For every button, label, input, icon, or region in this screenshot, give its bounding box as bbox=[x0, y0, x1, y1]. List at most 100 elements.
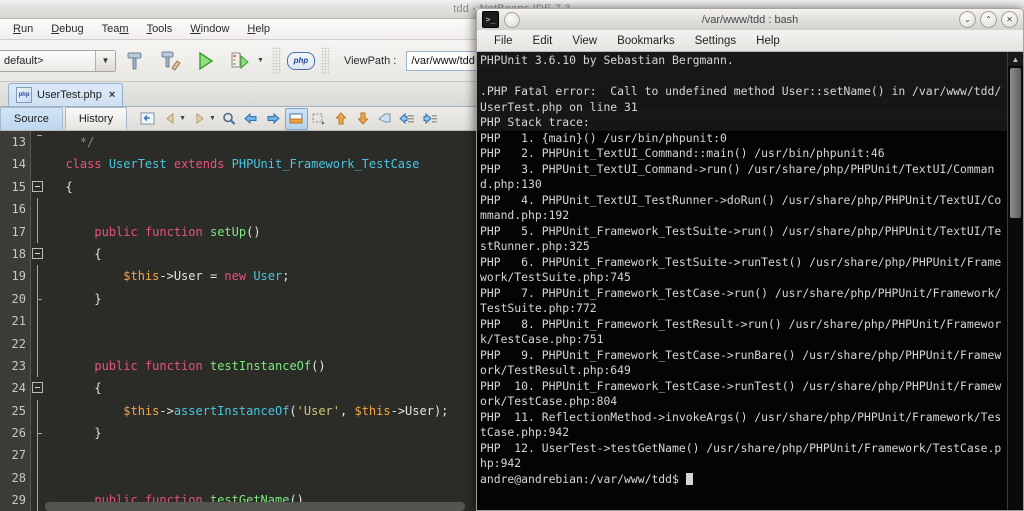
terminal-menu-settings[interactable]: Settings bbox=[685, 33, 747, 49]
terminal-menu-view[interactable]: View bbox=[562, 33, 607, 49]
line-number: 18 bbox=[11, 246, 26, 261]
document-tab-usertest-php[interactable]: php UserTest.php × bbox=[8, 83, 124, 106]
php-icon[interactable]: php bbox=[286, 51, 315, 70]
editor-line-number-gutter: 1314151617181920212223242526272829303132… bbox=[0, 131, 31, 511]
code-token: () bbox=[311, 358, 326, 373]
line-number: 29 bbox=[11, 493, 26, 508]
build-project-button[interactable] bbox=[119, 45, 151, 77]
fold-marker[interactable] bbox=[31, 354, 45, 378]
fold-marker[interactable] bbox=[31, 466, 45, 490]
terminal-menu-help[interactable]: Help bbox=[746, 33, 790, 49]
debug-project-button[interactable] bbox=[224, 45, 256, 77]
back-icon[interactable] bbox=[159, 109, 180, 129]
last-edit-icon[interactable] bbox=[137, 109, 158, 129]
fold-marker[interactable] bbox=[31, 265, 45, 288]
back-dropdown-arrow-icon[interactable]: ▼ bbox=[179, 115, 186, 122]
code-token: function bbox=[144, 224, 210, 239]
menu-team[interactable]: Team bbox=[93, 21, 138, 37]
code-token: testInstanceOf bbox=[209, 358, 312, 373]
close-icon[interactable]: ✕ bbox=[1001, 11, 1018, 28]
chevron-down-icon[interactable]: ▼ bbox=[95, 50, 115, 71]
line-number: 28 bbox=[11, 470, 26, 485]
line-number: 15 bbox=[11, 179, 26, 194]
clean-build-project-button[interactable] bbox=[154, 45, 186, 77]
line-number: 27 bbox=[11, 448, 26, 463]
shift-right-icon[interactable] bbox=[419, 109, 440, 129]
code-token: { bbox=[51, 246, 102, 261]
fold-marker[interactable] bbox=[31, 287, 45, 311]
fold-marker[interactable] bbox=[31, 332, 45, 355]
fold-marker[interactable] bbox=[31, 422, 45, 445]
next-error-icon[interactable] bbox=[353, 109, 374, 129]
terminal-scrollbar-thumb[interactable] bbox=[1010, 68, 1021, 218]
terminal-menu-file[interactable]: File bbox=[484, 33, 523, 49]
terminal-icon: >_ bbox=[482, 11, 499, 28]
rectangular-selection-icon[interactable] bbox=[309, 109, 330, 129]
line-number: 13 bbox=[11, 135, 26, 149]
code-token: 'User' bbox=[296, 403, 341, 418]
toggle-highlight-icon[interactable] bbox=[375, 109, 396, 129]
code-token: ; bbox=[282, 269, 290, 284]
find-selection-icon[interactable] bbox=[219, 109, 240, 129]
tab-history[interactable]: History bbox=[64, 107, 128, 130]
toggle-bookmark-icon[interactable] bbox=[284, 107, 308, 130]
code-token: $this bbox=[123, 403, 160, 418]
code-token: setUp bbox=[209, 224, 247, 239]
fold-marker[interactable] bbox=[31, 310, 45, 333]
terminal-cursor bbox=[685, 472, 693, 485]
run-project-button[interactable] bbox=[189, 45, 221, 77]
code-token: $this bbox=[354, 403, 391, 418]
fold-marker[interactable] bbox=[31, 198, 45, 221]
menu-help[interactable]: Help bbox=[238, 21, 279, 37]
menu-run[interactable]: Run bbox=[4, 21, 42, 37]
code-token: () bbox=[246, 224, 261, 239]
run-play-icon bbox=[199, 51, 214, 70]
editor-horizontal-scrollbar[interactable] bbox=[45, 502, 465, 511]
fold-marker[interactable] bbox=[31, 243, 45, 265]
fold-marker[interactable] bbox=[31, 220, 45, 243]
code-token: User bbox=[173, 269, 210, 284]
prev-error-icon[interactable] bbox=[331, 109, 352, 129]
menu-tools[interactable]: Tools bbox=[138, 21, 182, 37]
forward-icon[interactable] bbox=[189, 109, 210, 129]
code-token: class bbox=[65, 157, 109, 172]
menu-debug[interactable]: Debug bbox=[42, 21, 92, 37]
fold-marker[interactable] bbox=[31, 489, 45, 511]
shift-left-icon[interactable] bbox=[397, 109, 418, 129]
terminal-menu-bookmarks[interactable]: Bookmarks bbox=[607, 33, 685, 49]
code-token: $this bbox=[123, 269, 160, 284]
project-config-combo[interactable]: default> ▼ bbox=[0, 49, 116, 72]
code-token: public bbox=[94, 224, 145, 239]
code-token: */ bbox=[79, 135, 95, 149]
prev-bookmark-icon[interactable] bbox=[241, 109, 262, 129]
fold-marker[interactable] bbox=[31, 444, 45, 467]
minimize-icon[interactable]: ⌄ bbox=[959, 11, 976, 28]
code-token: { bbox=[51, 381, 102, 396]
next-bookmark-icon[interactable] bbox=[263, 109, 284, 129]
code-token: } bbox=[51, 291, 102, 306]
close-icon[interactable]: × bbox=[109, 89, 115, 101]
fold-marker[interactable] bbox=[31, 377, 45, 399]
fold-marker[interactable] bbox=[31, 399, 45, 423]
code-token: assertInstanceOf bbox=[173, 403, 290, 418]
scroll-up-icon[interactable]: ▲ bbox=[1008, 52, 1023, 66]
forward-dropdown-arrow-icon[interactable]: ▼ bbox=[209, 115, 216, 122]
fold-marker[interactable] bbox=[31, 131, 45, 153]
terminal-body[interactable]: PHPUnit 3.6.10 by Sebastian Bergmann. .P… bbox=[476, 52, 1024, 511]
editor-fold-column[interactable] bbox=[31, 131, 45, 511]
fold-marker[interactable] bbox=[31, 176, 45, 198]
line-number: 19 bbox=[11, 269, 26, 284]
tab-source[interactable]: Source bbox=[0, 107, 63, 130]
menu-window[interactable]: Window bbox=[181, 21, 238, 37]
terminal-scrollbar[interactable]: ▲ bbox=[1007, 52, 1023, 510]
fold-marker[interactable] bbox=[31, 153, 45, 175]
debug-dropdown-arrow-icon[interactable]: ▼ bbox=[257, 57, 264, 64]
toolbar-separator-2 bbox=[320, 46, 330, 75]
maximize-icon[interactable]: ⌃ bbox=[980, 11, 997, 28]
debug-icon bbox=[231, 52, 249, 69]
line-number: 20 bbox=[11, 291, 26, 306]
terminal-tab-dot-icon[interactable] bbox=[504, 11, 520, 28]
terminal-menu-edit[interactable]: Edit bbox=[523, 33, 563, 49]
